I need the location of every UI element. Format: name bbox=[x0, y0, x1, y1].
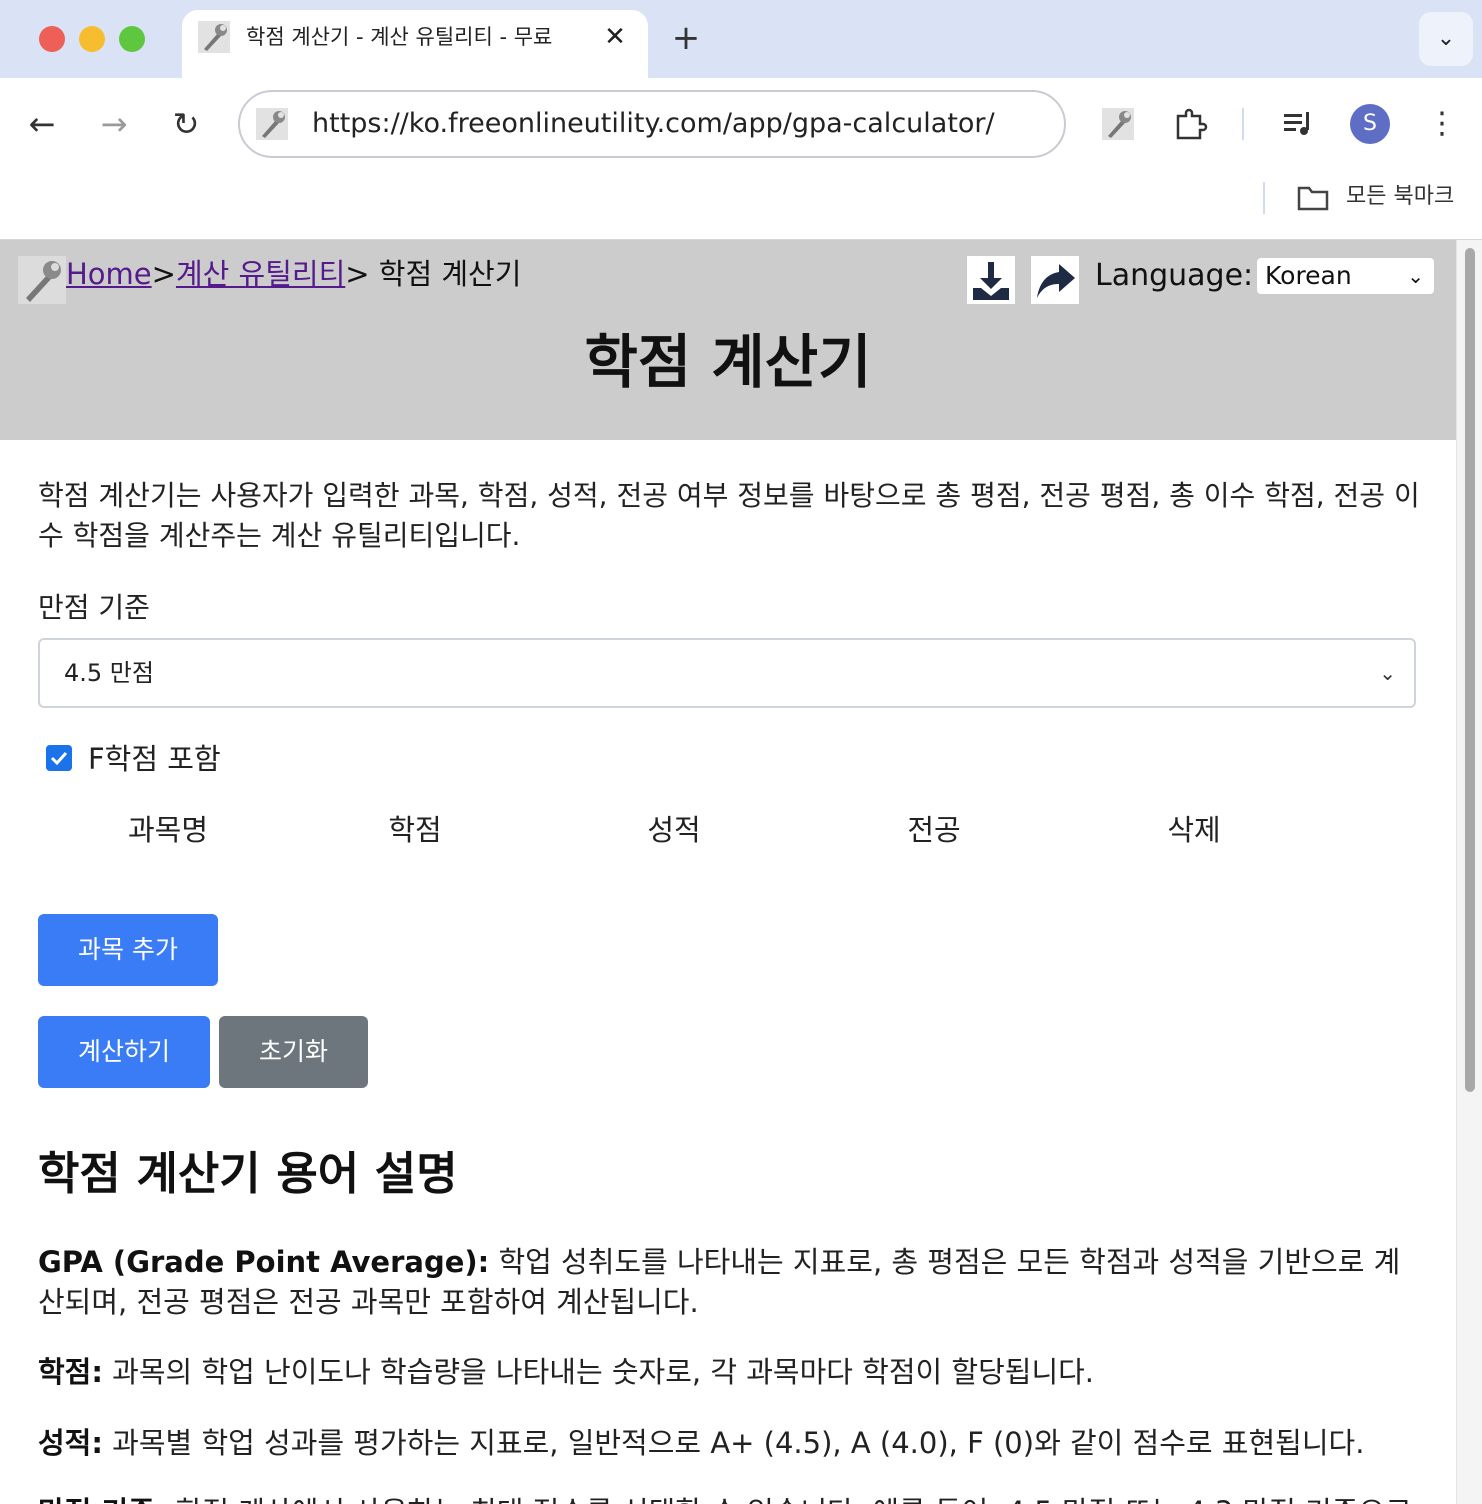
chevron-down-icon[interactable]: ⌄ bbox=[1419, 12, 1473, 66]
page-title: 학점 계산기 bbox=[584, 328, 872, 396]
scale-select-value: 4.5 만점 bbox=[64, 659, 154, 687]
tab-strip: 학점 계산기 - 계산 유틸리티 - 무료 ✕ + ⌄ bbox=[0, 0, 1482, 78]
term-grade: 성적: 과목별 학업 성과를 평가하는 지표로, 일반적으로 A+ (4.5),… bbox=[38, 1423, 1418, 1463]
close-tab-icon[interactable]: ✕ bbox=[600, 22, 630, 52]
tab-title: 학점 계산기 - 계산 유틸리티 - 무료 bbox=[246, 25, 553, 49]
language-select-value: Korean bbox=[1265, 261, 1352, 290]
page-scrollbar[interactable] bbox=[1456, 240, 1482, 1504]
media-control-icon[interactable] bbox=[1278, 104, 1318, 144]
breadcrumb-separator: > bbox=[345, 257, 370, 291]
new-tab-icon[interactable]: + bbox=[668, 20, 704, 56]
scale-label: 만점 기준 bbox=[38, 591, 150, 624]
term-name: 학점: bbox=[38, 1355, 103, 1389]
maximize-window-button[interactable] bbox=[119, 26, 145, 52]
reset-button[interactable]: 초기화 bbox=[219, 1016, 368, 1088]
term-description: 과목별 학업 성과를 평가하는 지표로, 일반적으로 A+ (4.5), A (… bbox=[102, 1426, 1365, 1460]
site-info-icon[interactable] bbox=[256, 108, 288, 140]
breadcrumb-category-link[interactable]: 계산 유틸리티 bbox=[176, 257, 345, 291]
include-f-checkbox[interactable] bbox=[46, 745, 72, 771]
url-text[interactable]: https://ko.freeonlineutility.com/app/gpa… bbox=[312, 106, 995, 142]
minimize-window-button[interactable] bbox=[79, 26, 105, 52]
intro-text: 학점 계산기는 사용자가 입력한 과목, 학점, 성적, 전공 여부 정보를 바… bbox=[38, 479, 1420, 552]
term-name: 성적: bbox=[38, 1426, 103, 1460]
term-name: 만점 기준: bbox=[38, 1495, 166, 1504]
page-header: Home>계산 유틸리티> 학점 계산기 Language: Korean ⌄ … bbox=[0, 240, 1456, 440]
term-credit: 학점: 과목의 학업 난이도나 학습량을 나타내는 숫자로, 각 과목마다 학점… bbox=[38, 1352, 1418, 1392]
language-label: Language: bbox=[1095, 258, 1254, 293]
column-header-course: 과목명 bbox=[127, 813, 209, 847]
extensions-puzzle-icon[interactable] bbox=[1170, 104, 1210, 144]
chevron-down-icon: ⌄ bbox=[1407, 264, 1424, 288]
profile-avatar[interactable]: S bbox=[1350, 104, 1390, 144]
breadcrumb-home-link[interactable]: Home bbox=[66, 257, 152, 291]
reload-icon[interactable]: ↻ bbox=[166, 100, 206, 148]
include-f-label[interactable]: F학점 포함 bbox=[88, 740, 221, 778]
breadcrumb-separator: > bbox=[151, 257, 176, 291]
all-bookmarks-link[interactable]: 모든 북마크 bbox=[1346, 183, 1454, 211]
wrench-logo-icon bbox=[18, 256, 66, 304]
language-select[interactable]: Korean ⌄ bbox=[1257, 258, 1434, 294]
column-header-delete: 삭제 bbox=[1167, 813, 1221, 847]
breadcrumb: Home>계산 유틸리티> 학점 계산기 bbox=[66, 256, 521, 292]
page-viewport: Home>계산 유틸리티> 학점 계산기 Language: Korean ⌄ … bbox=[0, 240, 1456, 1504]
column-header-major: 전공 bbox=[907, 813, 961, 847]
more-menu-icon[interactable]: ⋮ bbox=[1422, 104, 1462, 144]
term-scale: 만점 기준: 학점 계산에서 사용하는 최대 점수를 선택할 수 있습니다. 예… bbox=[38, 1492, 1418, 1504]
terms-heading: 학점 계산기 용어 설명 bbox=[38, 1147, 458, 1200]
chevron-down-icon: ⌄ bbox=[1379, 661, 1396, 685]
wrench-icon bbox=[198, 21, 230, 53]
calculate-button[interactable]: 계산하기 bbox=[38, 1016, 210, 1088]
download-icon[interactable] bbox=[967, 256, 1015, 304]
extension-wrench-icon[interactable] bbox=[1098, 104, 1138, 144]
term-description: 학점 계산에서 사용하는 최대 점수를 선택할 수 있습니다. 예를 들어, 4… bbox=[38, 1495, 1412, 1504]
scale-select[interactable]: 4.5 만점 ⌄ bbox=[38, 638, 1416, 708]
bookmarks-divider bbox=[1263, 182, 1265, 214]
column-header-grade: 성적 bbox=[647, 813, 701, 847]
term-gpa: GPA (Grade Point Average): 학업 성취도를 나타내는 … bbox=[38, 1242, 1418, 1322]
share-icon[interactable] bbox=[1031, 256, 1079, 304]
add-course-button[interactable]: 과목 추가 bbox=[38, 914, 218, 986]
close-window-button[interactable] bbox=[39, 26, 65, 52]
scrollbar-thumb[interactable] bbox=[1465, 248, 1475, 1092]
term-description: 과목의 학업 난이도나 학습량을 나타내는 숫자로, 각 과목마다 학점이 할당… bbox=[102, 1355, 1095, 1389]
forward-arrow-icon[interactable]: → bbox=[94, 100, 134, 148]
folder-icon bbox=[1297, 186, 1329, 211]
breadcrumb-current: 학점 계산기 bbox=[369, 257, 522, 291]
term-name: GPA (Grade Point Average): bbox=[38, 1245, 490, 1279]
toolbar-divider bbox=[1242, 108, 1244, 140]
back-arrow-icon[interactable]: ← bbox=[22, 100, 62, 148]
column-header-credit: 학점 bbox=[388, 813, 442, 847]
